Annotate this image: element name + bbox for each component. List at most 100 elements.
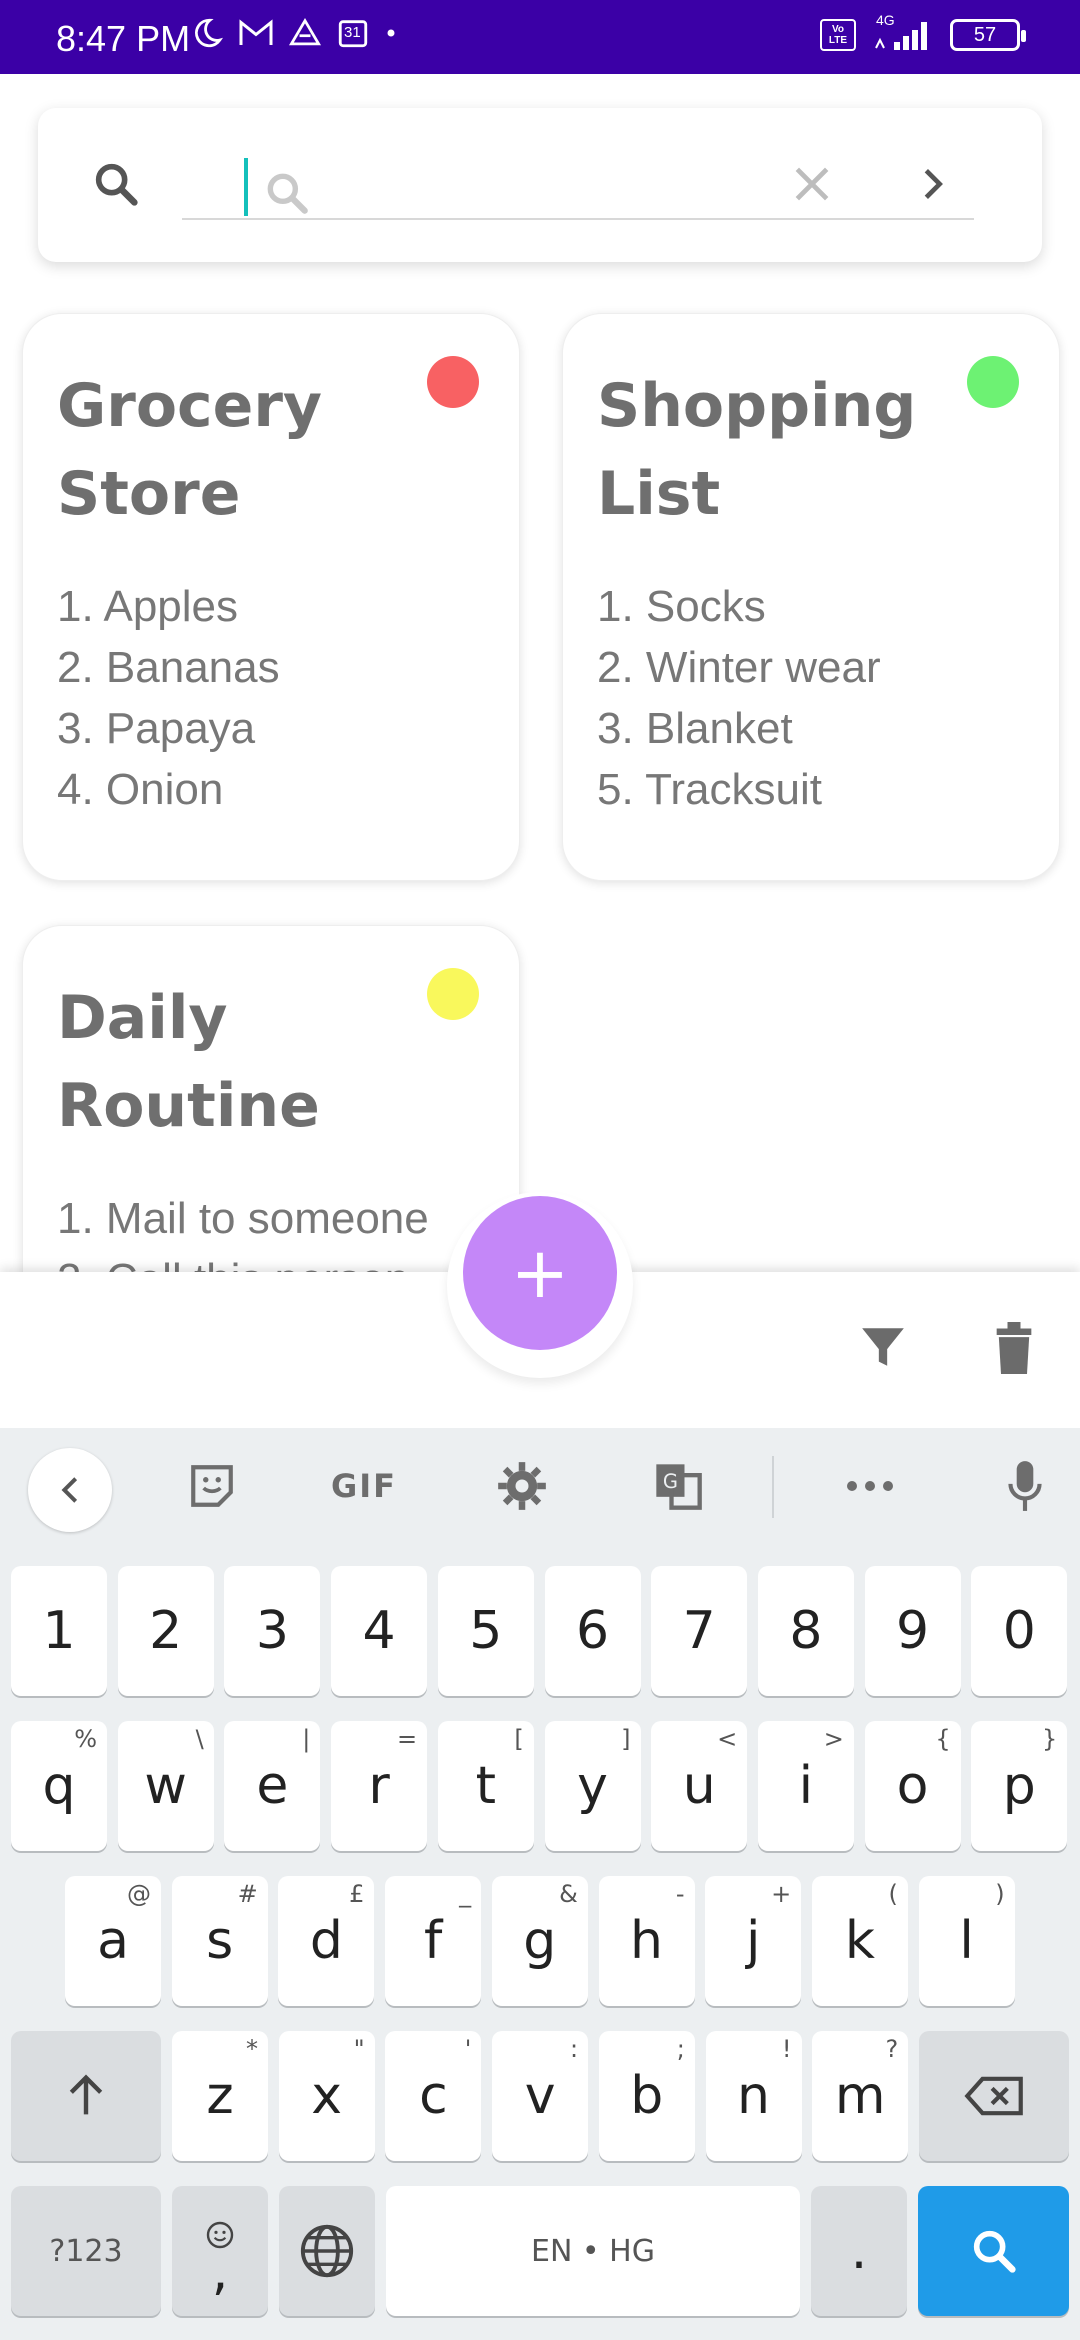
key-s[interactable]: s # [171,1876,268,2006]
search-bar [38,108,1042,262]
key-3[interactable]: 3 [224,1566,321,1696]
key-d[interactable]: d £ [278,1876,375,2006]
key-o[interactable]: o{ [864,1721,961,1851]
key-0[interactable]: 0 [971,1566,1068,1696]
key-label: 1 [42,1601,76,1661]
status-time: 8:47 PM [56,18,191,59]
keyboard-toolbar: GIF G [0,1428,1080,1546]
key-8[interactable]: 8 [757,1566,854,1696]
period-key[interactable]: . [811,2186,907,2316]
settings-gear-icon[interactable] [494,1458,550,1514]
key-f[interactable]: f _ [385,1876,482,2006]
key-p[interactable]: p} [971,1721,1068,1851]
search-icon[interactable] [90,158,142,214]
note-card-shopping[interactable]: Shopping List 1. Socks 2. Winter wear 3.… [562,313,1060,881]
note-color-dot [967,356,1019,408]
key-6[interactable]: 6 [544,1566,641,1696]
svg-text:G: G [663,1470,678,1493]
search-input[interactable] [182,148,974,220]
key-x[interactable]: x " [278,2031,375,2161]
key-hint: * [246,2035,258,2063]
clear-icon[interactable] [790,162,834,210]
search-icon [973,2230,1016,2273]
network-label: 4G [876,12,895,28]
search-submit-key[interactable] [918,2186,1069,2316]
key-label: s [206,1911,234,1971]
key-label: f [423,1911,443,1971]
symbols-key[interactable]: ?123 [11,2186,161,2316]
key-v[interactable]: v: [492,2031,589,2161]
key-hint: } [1042,1725,1058,1753]
key-b[interactable]: b; [598,2031,695,2161]
space-key[interactable]: EN • HG [386,2186,800,2316]
key-e[interactable]: e | [224,1721,321,1851]
key-y[interactable]: y] [544,1721,641,1851]
key-hint: [ [514,1725,524,1753]
add-note-button[interactable]: + [463,1196,617,1350]
key-label: t [475,1756,496,1816]
gmail-icon [238,18,274,48]
key-label: 8 [789,1601,823,1661]
chevron-right-icon[interactable] [918,164,948,208]
key-label: q [42,1756,76,1816]
key-z[interactable]: z * [172,2031,268,2161]
key-4[interactable]: 4 [331,1566,428,1696]
trash-icon[interactable] [994,1322,1034,1378]
shift-key[interactable] [11,2031,161,2161]
key-9[interactable]: 9 [864,1566,961,1696]
list-item: 5. Tracksuit [597,765,822,814]
key-u[interactable]: u < [651,1721,748,1851]
key-label: w [144,1756,187,1816]
key-hint: = [396,1725,418,1753]
key-h[interactable]: h- [598,1876,695,2006]
more-icon[interactable] [842,1458,898,1514]
language-key[interactable] [279,2186,375,2316]
key-hint: ; [676,2035,685,2063]
key-label: d [309,1911,343,1971]
key-label: 3 [255,1601,289,1661]
list-item: 2. Winter wear [597,643,881,692]
key-n[interactable]: n! [705,2031,802,2161]
key-hint: { [935,1725,951,1753]
filter-icon[interactable] [858,1322,908,1376]
gif-button[interactable]: GIF [326,1458,402,1514]
key-label: 7 [682,1601,716,1661]
key-7[interactable]: 7 [651,1566,748,1696]
key-hint: _ [459,1880,472,1908]
key-t[interactable]: t[ [437,1721,534,1851]
key-g[interactable]: g & [491,1876,588,2006]
note-items: 1. Socks 2. Winter wear 3. Blanket 5. Tr… [597,576,881,820]
microphone-icon[interactable] [1000,1458,1050,1514]
list-item: 3. Blanket [597,704,793,753]
key-2[interactable]: 2 [117,1566,214,1696]
key-j[interactable]: j + [705,1876,802,2006]
battery-level: 57 [973,23,997,46]
key-hint: > [823,1725,844,1753]
sticker-icon[interactable] [184,1458,240,1514]
dot-icon [384,26,398,40]
key-k[interactable]: k( [811,1876,908,2006]
note-title: Daily Routine [57,983,320,1141]
status-system: Vo LTE 4G 57 [820,12,1026,52]
note-title: Shopping List [597,371,917,529]
key-hint: \ [195,1725,204,1753]
chevron-left-icon[interactable] [28,1448,112,1532]
key-w[interactable]: w \ [117,1721,214,1851]
backspace-key[interactable] [919,2031,1069,2161]
comma-emoji-key[interactable]: , [172,2186,268,2316]
translate-icon[interactable]: G [650,1458,706,1514]
key-i[interactable]: i > [757,1721,854,1851]
key-5[interactable]: 5 [437,1566,534,1696]
key-label: p [1002,1756,1036,1816]
key-l[interactable]: l) [918,1876,1015,2006]
key-q[interactable]: q% [11,1721,107,1851]
note-card-grocery[interactable]: Grocery Store 1. Apples 2. Bananas 3. Pa… [22,313,520,881]
key-a[interactable]: a @ [65,1876,161,2006]
key-m[interactable]: m? [812,2031,909,2161]
key-label: e [256,1756,289,1816]
key-r[interactable]: r = [331,1721,428,1851]
key-1[interactable]: 1 [11,1566,107,1696]
key-label: 9 [896,1601,930,1661]
list-item: 1. Socks [597,582,766,631]
key-c[interactable]: c ' [385,2031,482,2161]
